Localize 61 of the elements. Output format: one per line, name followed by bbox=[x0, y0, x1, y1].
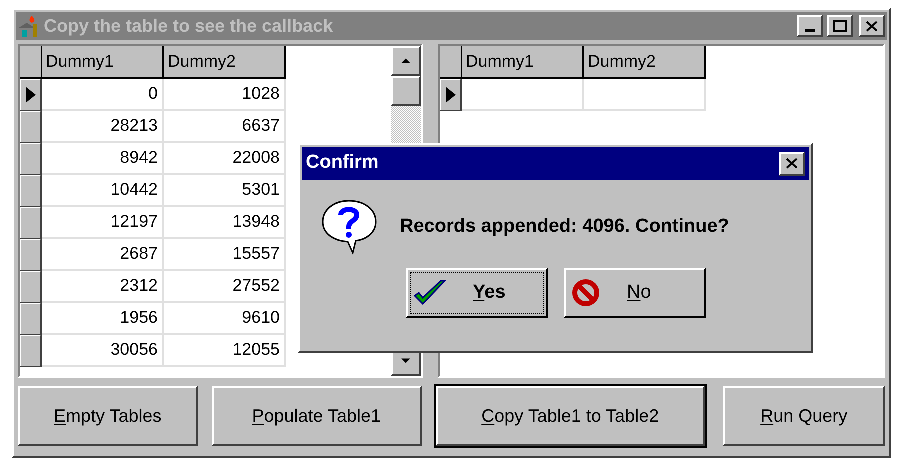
action-button[interactable]: Empty Tables bbox=[18, 386, 198, 446]
close-button[interactable] bbox=[859, 15, 885, 37]
table-cell: 9610 bbox=[164, 303, 286, 335]
up-arrow-icon bbox=[400, 57, 412, 65]
table-cell: 13948 bbox=[164, 207, 286, 239]
row-indicator[interactable] bbox=[440, 79, 462, 111]
table-cell: 12055 bbox=[164, 335, 286, 367]
row-indicator[interactable] bbox=[20, 79, 42, 111]
table-cell: 2687 bbox=[42, 239, 164, 271]
column-header[interactable]: Dummy1 bbox=[462, 46, 584, 79]
row-indicator[interactable] bbox=[20, 207, 42, 239]
house-flame-icon bbox=[18, 14, 40, 38]
minimize-icon bbox=[805, 29, 815, 32]
window-title: Copy the table to see the callback bbox=[44, 14, 334, 38]
dialog-message: Records appended: 4096. Continue? bbox=[400, 214, 730, 239]
table-cell: 5301 bbox=[164, 175, 286, 207]
dialog-button[interactable]: Yes bbox=[406, 268, 548, 318]
minimize-button[interactable] bbox=[797, 15, 823, 37]
table-cell: 30056 bbox=[42, 335, 164, 367]
current-row-arrow-icon bbox=[446, 87, 456, 103]
table-cell: 12197 bbox=[42, 207, 164, 239]
grid-corner bbox=[20, 46, 42, 79]
scroll-thumb[interactable] bbox=[391, 76, 421, 106]
close-icon bbox=[786, 158, 798, 169]
action-button[interactable]: Copy Table1 to Table2 bbox=[436, 386, 706, 446]
question-balloon-icon bbox=[320, 198, 378, 256]
scroll-up-button[interactable] bbox=[391, 46, 421, 76]
table-cell: 1028 bbox=[164, 79, 286, 111]
table-cell: 15557 bbox=[164, 239, 286, 271]
down-arrow-icon bbox=[400, 357, 412, 365]
row-indicator[interactable] bbox=[20, 143, 42, 175]
prohibited-icon bbox=[571, 278, 601, 308]
row-indicator[interactable] bbox=[20, 271, 42, 303]
row-indicator[interactable] bbox=[20, 175, 42, 207]
maximize-button[interactable] bbox=[827, 15, 853, 37]
column-header[interactable]: Dummy2 bbox=[164, 46, 286, 79]
action-button[interactable]: Run Query bbox=[723, 386, 885, 446]
row-indicator[interactable] bbox=[20, 335, 42, 367]
table-cell: 10442 bbox=[42, 175, 164, 207]
table-cell: 2312 bbox=[42, 271, 164, 303]
table-cell: 22008 bbox=[164, 143, 286, 175]
column-header[interactable]: Dummy1 bbox=[42, 46, 164, 79]
table-cell: 1956 bbox=[42, 303, 164, 335]
close-icon bbox=[866, 20, 878, 32]
row-indicator[interactable] bbox=[20, 111, 42, 143]
table-cell: 6637 bbox=[164, 111, 286, 143]
table-cell: 8942 bbox=[42, 143, 164, 175]
maximize-icon bbox=[833, 20, 847, 32]
grid-corner bbox=[440, 46, 462, 79]
dialog-close-button[interactable] bbox=[779, 152, 805, 176]
dialog-title: Confirm bbox=[306, 151, 379, 176]
table-cell: 0 bbox=[42, 79, 164, 111]
action-button[interactable]: Populate Table1 bbox=[212, 386, 422, 446]
current-row-arrow-icon bbox=[26, 87, 36, 103]
dialog-button[interactable]: No bbox=[564, 268, 706, 318]
row-indicator[interactable] bbox=[20, 303, 42, 335]
table-cell: 28213 bbox=[42, 111, 164, 143]
row-indicator[interactable] bbox=[20, 239, 42, 271]
column-header[interactable]: Dummy2 bbox=[584, 46, 706, 79]
table-cell: 27552 bbox=[164, 271, 286, 303]
checkmark-icon bbox=[413, 279, 447, 307]
